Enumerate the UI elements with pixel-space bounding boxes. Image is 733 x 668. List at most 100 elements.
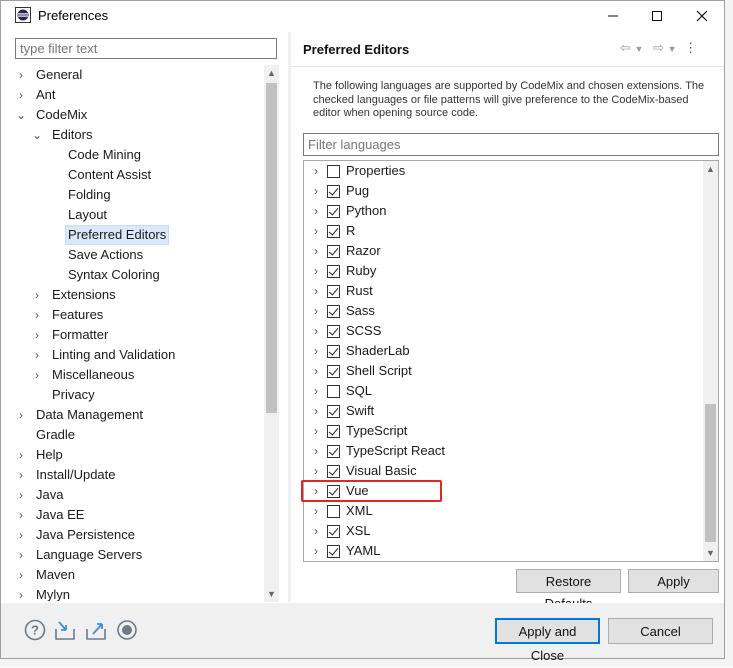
language-row[interactable]: › Sass [304,301,704,321]
chevron-right-icon[interactable]: › [15,465,27,485]
scrollbar-thumb[interactable] [266,83,277,413]
language-row[interactable]: › YAML [304,541,704,561]
chevron-right-icon[interactable]: › [310,241,322,261]
cancel-button[interactable]: Cancel [608,618,713,644]
chevron-right-icon[interactable]: › [31,325,43,345]
language-row[interactable]: › TypeScript [304,421,704,441]
record-icon[interactable] [116,619,138,641]
chevron-right-icon[interactable]: › [15,65,27,85]
chevron-right-icon[interactable]: › [15,405,27,425]
pane-divider[interactable] [288,32,291,602]
chevron-right-icon[interactable]: › [15,585,27,601]
chevron-right-icon[interactable]: › [310,501,322,521]
chevron-right-icon[interactable]: › [15,505,27,525]
language-checkbox[interactable] [327,505,340,518]
language-row[interactable]: › Visual Basic [304,461,704,481]
language-checkbox[interactable] [327,365,340,378]
scroll-up-icon[interactable]: ▲ [703,161,718,177]
apply-and-close-button[interactable]: Apply and Close [495,618,600,663]
forward-dropdown-icon[interactable]: ▼ [668,44,677,54]
language-row[interactable]: › Ruby [304,261,704,281]
scroll-up-icon[interactable]: ▲ [264,65,279,81]
export-icon[interactable] [85,619,107,641]
language-checkbox[interactable] [327,285,340,298]
language-checkbox[interactable] [327,345,340,358]
chevron-right-icon[interactable]: › [310,221,322,241]
languages-scrollbar[interactable]: ▲ ▼ [703,161,718,561]
chevron-right-icon[interactable]: › [310,441,322,461]
language-checkbox[interactable] [327,165,340,178]
language-row[interactable]: › SCSS [304,321,704,341]
chevron-right-icon[interactable]: › [15,525,27,545]
language-row[interactable]: › TypeScript React [304,441,704,461]
language-checkbox[interactable] [327,425,340,438]
chevron-right-icon[interactable]: › [31,345,43,365]
chevron-down-icon[interactable]: ⌄ [31,125,43,145]
filter-languages-input[interactable] [303,133,719,156]
chevron-right-icon[interactable]: › [310,321,322,341]
language-row[interactable]: › Swift [304,401,704,421]
language-row[interactable]: › XML [304,501,704,521]
language-checkbox[interactable] [327,245,340,258]
chevron-right-icon[interactable]: › [15,445,27,465]
chevron-right-icon[interactable]: › [310,341,322,361]
back-dropdown-icon[interactable]: ▼ [635,44,644,54]
chevron-right-icon[interactable]: › [31,365,43,385]
language-checkbox[interactable] [327,405,340,418]
tree-scrollbar[interactable]: ▲ ▼ [264,65,279,602]
language-checkbox[interactable] [327,465,340,478]
scroll-down-icon[interactable]: ▼ [703,545,718,561]
chevron-right-icon[interactable]: › [310,261,322,281]
language-row[interactable]: › Rust [304,281,704,301]
language-row[interactable]: › Properties [304,161,704,181]
restore-defaults-button[interactable]: Restore Defaults [516,569,621,611]
language-row[interactable]: › Shell Script [304,361,704,381]
chevron-right-icon[interactable]: › [310,461,322,481]
language-checkbox[interactable] [327,265,340,278]
chevron-right-icon[interactable]: › [310,541,322,561]
chevron-right-icon[interactable]: › [15,485,27,505]
chevron-right-icon[interactable]: › [310,201,322,221]
language-checkbox[interactable] [327,305,340,318]
language-checkbox[interactable] [327,185,340,198]
forward-arrow-icon[interactable]: ⇨ [653,40,664,55]
chevron-right-icon[interactable]: › [310,181,322,201]
language-checkbox[interactable] [327,385,340,398]
language-row[interactable]: › ShaderLab [304,341,704,361]
language-row[interactable]: › Pug [304,181,704,201]
chevron-right-icon[interactable]: › [310,361,322,381]
scrollbar-thumb[interactable] [705,404,716,542]
chevron-right-icon[interactable]: › [310,161,322,181]
maximize-icon[interactable] [634,1,679,30]
chevron-right-icon[interactable]: › [31,285,43,305]
chevron-right-icon[interactable]: › [31,305,43,325]
language-row[interactable]: › XSL [304,521,704,541]
import-icon[interactable] [54,619,76,641]
close-icon[interactable] [679,1,724,30]
chevron-right-icon[interactable]: › [310,521,322,541]
chevron-right-icon[interactable]: › [15,565,27,585]
chevron-right-icon[interactable]: › [310,401,322,421]
language-checkbox[interactable] [327,225,340,238]
help-icon[interactable]: ? [24,619,46,641]
chevron-right-icon[interactable]: › [15,545,27,565]
language-checkbox[interactable] [327,445,340,458]
chevron-right-icon[interactable]: › [310,301,322,321]
chevron-right-icon[interactable]: › [310,281,322,301]
language-row[interactable]: › R [304,221,704,241]
language-row[interactable]: › SQL [304,381,704,401]
chevron-down-icon[interactable]: ⌄ [15,105,27,125]
chevron-right-icon[interactable]: › [310,381,322,401]
chevron-right-icon[interactable]: › [310,421,322,441]
language-checkbox[interactable] [327,525,340,538]
language-row[interactable]: › Python [304,201,704,221]
chevron-right-icon[interactable]: › [15,85,27,105]
language-checkbox[interactable] [327,325,340,338]
apply-button[interactable]: Apply [628,569,719,593]
scroll-down-icon[interactable]: ▼ [264,586,279,602]
view-menu-icon[interactable]: ⋮ [684,40,697,55]
preferences-filter-input[interactable] [15,38,277,59]
minimize-icon[interactable] [590,1,635,30]
language-checkbox[interactable] [327,545,340,558]
language-checkbox[interactable] [327,205,340,218]
